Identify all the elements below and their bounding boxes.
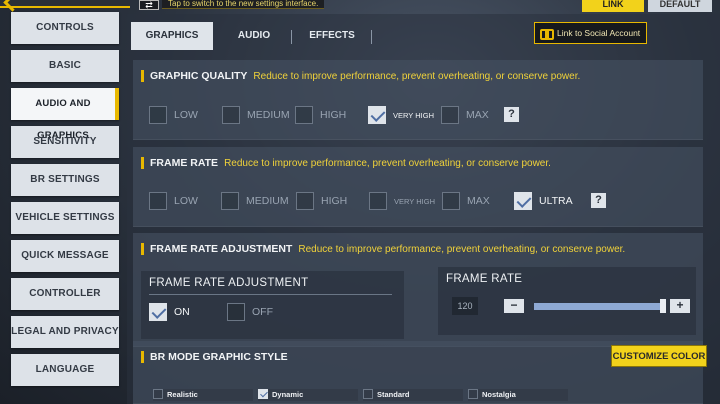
frame-rate-value: 120 <box>452 297 478 315</box>
br-mode-graphic-style-title: BR MODE GRAPHIC STYLE <box>141 351 288 363</box>
style-option-dynamic[interactable]: Dynamic <box>258 389 358 401</box>
decrease-button[interactable]: − <box>504 299 524 313</box>
link-social-account-label: Link to Social Account <box>557 28 641 38</box>
tab-effects[interactable]: EFFECTS <box>291 22 373 50</box>
style-option-nostalgia[interactable]: Nostalgia <box>468 389 568 401</box>
frame-rate-panel: FRAME RATE Reduce to improve performance,… <box>133 147 703 227</box>
frame-rate-adjustment-toggle-group: FRAME RATE ADJUSTMENT ON OFF <box>141 271 404 339</box>
increase-button[interactable]: + <box>670 299 690 313</box>
sidebar-item-basic[interactable]: BASIC <box>11 50 119 82</box>
settings-content: GRAPHICS AUDIO EFFECTS Link to Social Ac… <box>127 14 720 404</box>
sidebar-item-sensitivity[interactable]: SENSITIVITY <box>11 126 119 158</box>
frame-rate-adjustment-title: FRAME RATE ADJUSTMENT Reduce to improve p… <box>141 243 625 255</box>
frame-rate-title: FRAME RATE Reduce to improve performance,… <box>141 157 551 169</box>
checkbox[interactable] <box>363 389 373 399</box>
frame-rate-adjustment-subtitle: FRAME RATE ADJUSTMENT <box>149 277 309 289</box>
sidebar-item-audio-and-graphics[interactable]: AUDIO AND GRAPHICS <box>11 88 119 141</box>
checkbox[interactable] <box>153 389 163 399</box>
graphic-quality-description: Reduce to improve performance, prevent o… <box>253 71 581 82</box>
checkbox[interactable] <box>227 303 245 321</box>
checkbox-checked[interactable] <box>258 389 268 399</box>
customize-color-button[interactable]: CUSTOMIZE COLOR <box>611 345 707 367</box>
checkbox-checked[interactable] <box>368 106 386 124</box>
style-option-realistic[interactable]: Realistic <box>153 389 253 401</box>
tab-graphics[interactable]: GRAPHICS <box>131 22 213 50</box>
frame-rate-adjustment-description: Reduce to improve performance, prevent o… <box>298 244 626 255</box>
sidebar-item-controller[interactable]: CONTROLLER <box>11 278 119 310</box>
frame-rate-adjustment-panel: FRAME RATE ADJUSTMENT Reduce to improve p… <box>133 233 703 347</box>
link-icon <box>540 27 554 40</box>
checkbox[interactable] <box>149 192 167 210</box>
switch-interface-icon[interactable]: ⇄ <box>139 0 159 10</box>
checkbox[interactable] <box>468 389 478 399</box>
frame-rate-slider-title: FRAME RATE <box>446 273 523 285</box>
checkbox-checked[interactable] <box>149 303 167 321</box>
checkbox[interactable] <box>441 106 459 124</box>
help-icon[interactable]: ? <box>504 107 519 122</box>
default-button[interactable]: DEFAULT <box>648 0 712 12</box>
tab-divider <box>371 30 372 44</box>
br-mode-graphic-style-panel: BR MODE GRAPHIC STYLE CUSTOMIZE COLOR Re… <box>133 341 707 404</box>
style-option-standard[interactable]: Standard <box>363 389 463 401</box>
switch-interface-hint[interactable]: Tap to switch to the new settings interf… <box>162 0 325 9</box>
link-button[interactable]: LINK <box>582 0 644 12</box>
checkbox[interactable] <box>369 192 387 210</box>
sidebar-item-br-settings[interactable]: BR SETTINGS <box>11 164 119 196</box>
graphic-quality-title: GRAPHIC QUALITY Reduce to improve perform… <box>141 70 580 82</box>
slider-handle[interactable] <box>660 299 666 313</box>
sidebar-item-vehicle-settings[interactable]: VEHICLE SETTINGS <box>11 202 119 234</box>
frame-rate-description: Reduce to improve performance, prevent o… <box>224 158 551 169</box>
checkbox[interactable] <box>296 192 314 210</box>
help-icon[interactable]: ? <box>591 193 606 208</box>
sidebar-item-controls[interactable]: CONTROLS <box>11 12 119 44</box>
graphic-quality-panel: GRAPHIC QUALITY Reduce to improve perform… <box>133 60 703 140</box>
frame-rate-slider[interactable] <box>534 303 664 310</box>
checkbox[interactable] <box>149 106 167 124</box>
checkbox[interactable] <box>442 192 460 210</box>
checkbox[interactable] <box>295 106 313 124</box>
checkbox-checked[interactable] <box>514 192 532 210</box>
tab-audio[interactable]: AUDIO <box>213 22 295 50</box>
checkbox[interactable] <box>221 192 239 210</box>
frame-rate-slider-group: FRAME RATE 120 − + <box>438 267 696 335</box>
checkbox[interactable] <box>222 106 240 124</box>
divider <box>149 294 392 295</box>
sidebar-item-language[interactable]: LANGUAGE <box>11 354 119 386</box>
back-button[interactable] <box>0 0 130 8</box>
link-social-account-button[interactable]: Link to Social Account <box>534 22 648 44</box>
settings-sidebar: CONTROLS BASIC AUDIO AND GRAPHICS SENSIT… <box>11 12 119 392</box>
sidebar-item-quick-message[interactable]: QUICK MESSAGE <box>11 240 119 272</box>
sidebar-item-legal-and-privacy[interactable]: LEGAL AND PRIVACY <box>11 316 119 348</box>
